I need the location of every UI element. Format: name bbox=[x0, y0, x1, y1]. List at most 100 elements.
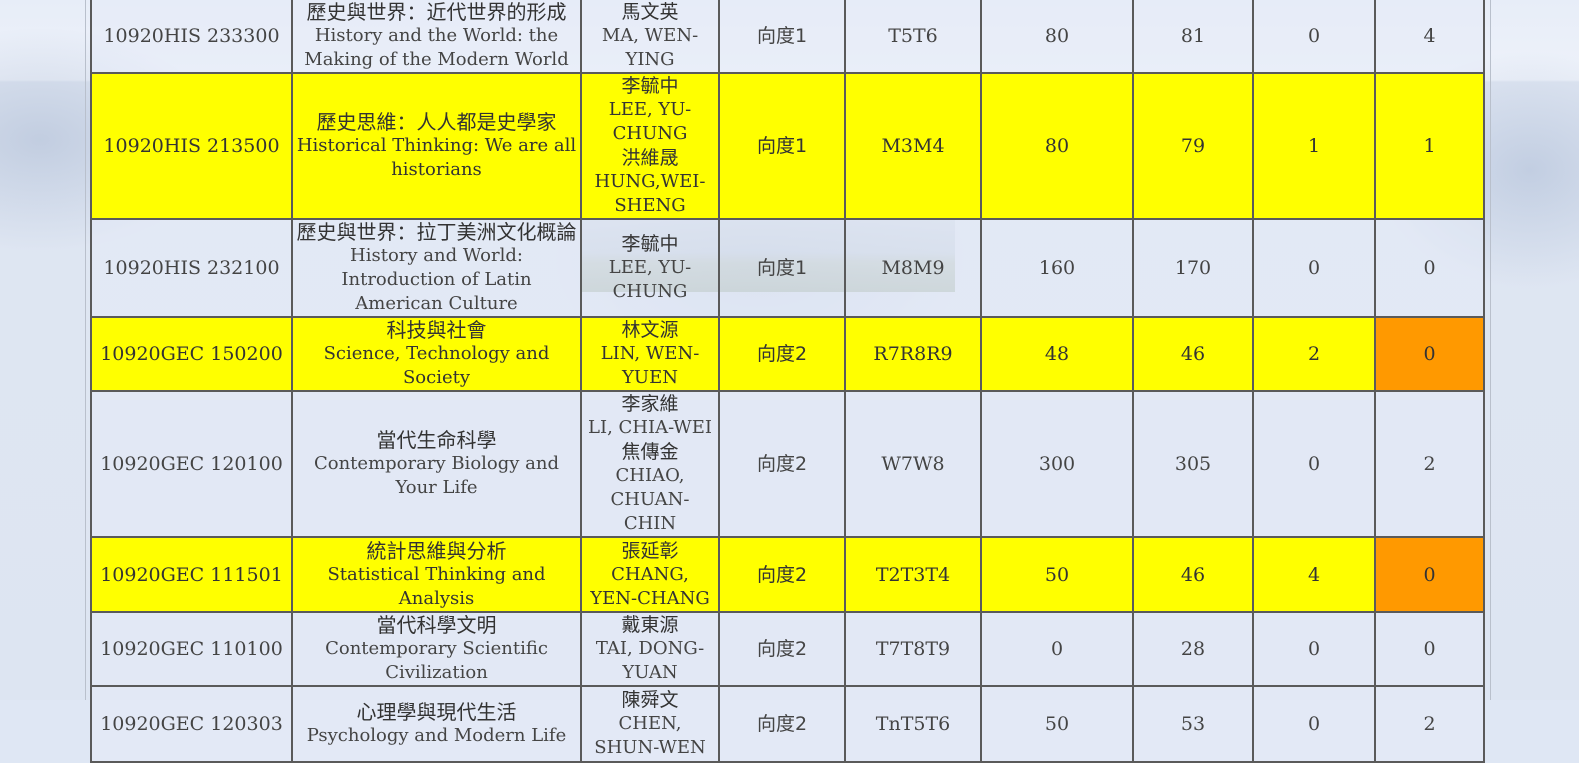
table-row: 10920GEC 150200 科技與社會 Science, Technology … bbox=[90, 316, 1485, 392]
course-title-cell: 科技與社會 Science, Technology and Society bbox=[291, 316, 582, 392]
waitlist-count: 0 bbox=[1423, 563, 1436, 586]
table-row: 10920HIS 213500 歷史思維：人人都是史學家 Historical Th… bbox=[90, 72, 1485, 220]
limit-cell: 48 bbox=[980, 316, 1134, 392]
enroll-limit: 50 bbox=[1044, 713, 1070, 735]
remaining-count: 2 bbox=[1307, 343, 1321, 365]
table-row: 10920GEC 110100 當代科學文明 Contemporary Scient… bbox=[90, 611, 1485, 687]
dimension-cell: 向度2 bbox=[718, 390, 846, 538]
teacher-name-en: LEE, YU-CHUNG bbox=[608, 257, 692, 302]
limit-cell: 50 bbox=[980, 685, 1134, 763]
dimension-cell: 向度1 bbox=[718, 72, 846, 220]
waitlist-count: 0 bbox=[1423, 638, 1436, 660]
course-code-cell: 10920GEC 120303 bbox=[90, 685, 293, 763]
teacher-name-zh: 張延彰 bbox=[621, 539, 679, 562]
remaining-count: 0 bbox=[1307, 257, 1321, 279]
course-code: 10920HIS 232100 bbox=[103, 257, 280, 279]
course-code-cell: 10920GEC 120100 bbox=[90, 390, 293, 538]
waitlist-cell: 0 bbox=[1374, 218, 1485, 318]
waitlist-count: 0 bbox=[1423, 257, 1436, 279]
remaining-count: 0 bbox=[1307, 713, 1321, 735]
course-code: 10920HIS 213500 bbox=[103, 135, 280, 157]
enroll-limit: 160 bbox=[1038, 257, 1076, 279]
course-code: 10920GEC 111501 bbox=[100, 563, 283, 586]
course-code-cell: 10920HIS 232100 bbox=[90, 218, 293, 318]
teacher-cell: 林文源 LIN, WEN-YUEN bbox=[580, 316, 720, 392]
course-table: 10920HIS 233300 歷史與世界：近代世界的形成 History and … bbox=[90, 0, 1485, 763]
teacher-name-zh: 李毓中 bbox=[621, 233, 679, 255]
class-time: M8M9 bbox=[881, 257, 945, 279]
dimension-cell: 向度1 bbox=[718, 218, 846, 318]
course-title-en: Contemporary Scientific Civilization bbox=[325, 638, 548, 683]
table-row: 10920HIS 232100 歷史與世界：拉丁美洲文化概論 History and… bbox=[90, 218, 1485, 318]
enrolled-count: 46 bbox=[1180, 343, 1206, 365]
teacher-cell: 戴東源 TAI, DONG-YUAN bbox=[580, 611, 720, 687]
course-code: 10920HIS 233300 bbox=[103, 25, 280, 47]
course-title-cell: 統計思維與分析 Statistical Thinking and Analysis bbox=[291, 536, 582, 613]
enrolled-cell: 28 bbox=[1132, 611, 1254, 687]
dimension: 向度2 bbox=[756, 638, 808, 660]
class-time: T5T6 bbox=[888, 25, 938, 47]
waitlist-count: 1 bbox=[1423, 135, 1436, 157]
enrolled-count: 53 bbox=[1180, 713, 1206, 735]
teacher-name-zh: 李家維 bbox=[621, 393, 679, 415]
course-code-cell: 10920HIS 213500 bbox=[90, 72, 293, 220]
dimension: 向度2 bbox=[756, 713, 808, 735]
teacher-name-en: LI, CHIA-WEI bbox=[588, 417, 712, 438]
teacher-name-zh: 焦傳金 bbox=[621, 441, 679, 463]
teacher-name-en: TAI, DONG-YUAN bbox=[595, 638, 705, 683]
teacher-cell: 陳舜文 CHEN, SHUN-WEN bbox=[580, 685, 720, 763]
remaining-count: 0 bbox=[1307, 638, 1321, 660]
course-title-cell: 歷史與世界：拉丁美洲文化概論 History and World: Introdu… bbox=[291, 218, 582, 318]
table-row: 10920HIS 233300 歷史與世界：近代世界的形成 History and … bbox=[90, 0, 1485, 74]
course-title-zh: 歷史與世界：拉丁美洲文化概論 bbox=[296, 220, 577, 244]
remaining-count: 0 bbox=[1307, 25, 1321, 47]
remaining-count: 1 bbox=[1307, 135, 1321, 157]
class-time: TnT5T6 bbox=[875, 713, 951, 735]
class-time: M3M4 bbox=[881, 135, 945, 157]
dimension: 向度2 bbox=[756, 563, 808, 586]
enroll-limit: 48 bbox=[1044, 343, 1070, 365]
enroll-limit: 0 bbox=[1050, 638, 1064, 660]
enrolled-cell: 305 bbox=[1132, 390, 1254, 538]
teacher-name-zh: 林文源 bbox=[621, 319, 679, 341]
limit-cell: 300 bbox=[980, 390, 1134, 538]
enrolled-count: 28 bbox=[1180, 638, 1206, 660]
class-time: W7W8 bbox=[881, 453, 945, 475]
course-title-en: Statistical Thinking and Analysis bbox=[327, 563, 546, 609]
course-title-en: History and the World: the Making of the… bbox=[304, 25, 569, 70]
limit-cell: 80 bbox=[980, 72, 1134, 220]
course-title-cell: 歷史思維：人人都是史學家 Historical Thinking: We are … bbox=[291, 72, 582, 220]
course-code-cell: 10920GEC 150200 bbox=[90, 316, 293, 392]
course-code-cell: 10920GEC 110100 bbox=[90, 611, 293, 687]
course-title-cell: 歷史與世界：近代世界的形成 History and the World: the … bbox=[291, 0, 582, 74]
course-code-cell: 10920GEC 111501 bbox=[90, 536, 293, 613]
class-time: R7R8R9 bbox=[873, 343, 953, 365]
remaining-count: 4 bbox=[1307, 563, 1321, 586]
course-title-zh: 心理學與現代生活 bbox=[356, 700, 517, 724]
course-code: 10920GEC 120100 bbox=[100, 453, 283, 475]
time-cell: W7W8 bbox=[844, 390, 982, 538]
waitlist-cell: 0 bbox=[1374, 536, 1485, 613]
dimension-cell: 向度2 bbox=[718, 536, 846, 613]
enrolled-cell: 53 bbox=[1132, 685, 1254, 763]
dimension: 向度1 bbox=[756, 25, 808, 47]
enrolled-cell: 81 bbox=[1132, 0, 1254, 74]
course-code: 10920GEC 120303 bbox=[100, 713, 283, 735]
course-title-zh: 科技與社會 bbox=[386, 318, 487, 342]
course-title-en: Historical Thinking: We are all historia… bbox=[296, 135, 577, 180]
class-time: T2T3T4 bbox=[875, 563, 951, 586]
time-cell: T5T6 bbox=[844, 0, 982, 74]
remaining-cell: 0 bbox=[1252, 218, 1376, 318]
teacher-name-zh: 馬文英 bbox=[621, 1, 679, 23]
limit-cell: 160 bbox=[980, 218, 1134, 318]
teacher-name-en: CHEN, SHUN-WEN bbox=[594, 713, 706, 758]
table-row: 10920GEC 120100 當代生命科學 Contemporary Biolog… bbox=[90, 390, 1485, 538]
teacher-cell: 李家維 LI, CHIA-WEI 焦傳金 CHIAO, CHUAN-CHIN bbox=[580, 390, 720, 538]
course-title-cell: 當代科學文明 Contemporary Scientific Civilizati… bbox=[291, 611, 582, 687]
waitlist-cell: 2 bbox=[1374, 685, 1485, 763]
dimension-cell: 向度2 bbox=[718, 611, 846, 687]
limit-cell: 50 bbox=[980, 536, 1134, 613]
remaining-cell: 4 bbox=[1252, 536, 1376, 613]
teacher-name-en: LEE, YU-CHUNG bbox=[608, 99, 692, 144]
waitlist-cell: 4 bbox=[1374, 0, 1485, 74]
